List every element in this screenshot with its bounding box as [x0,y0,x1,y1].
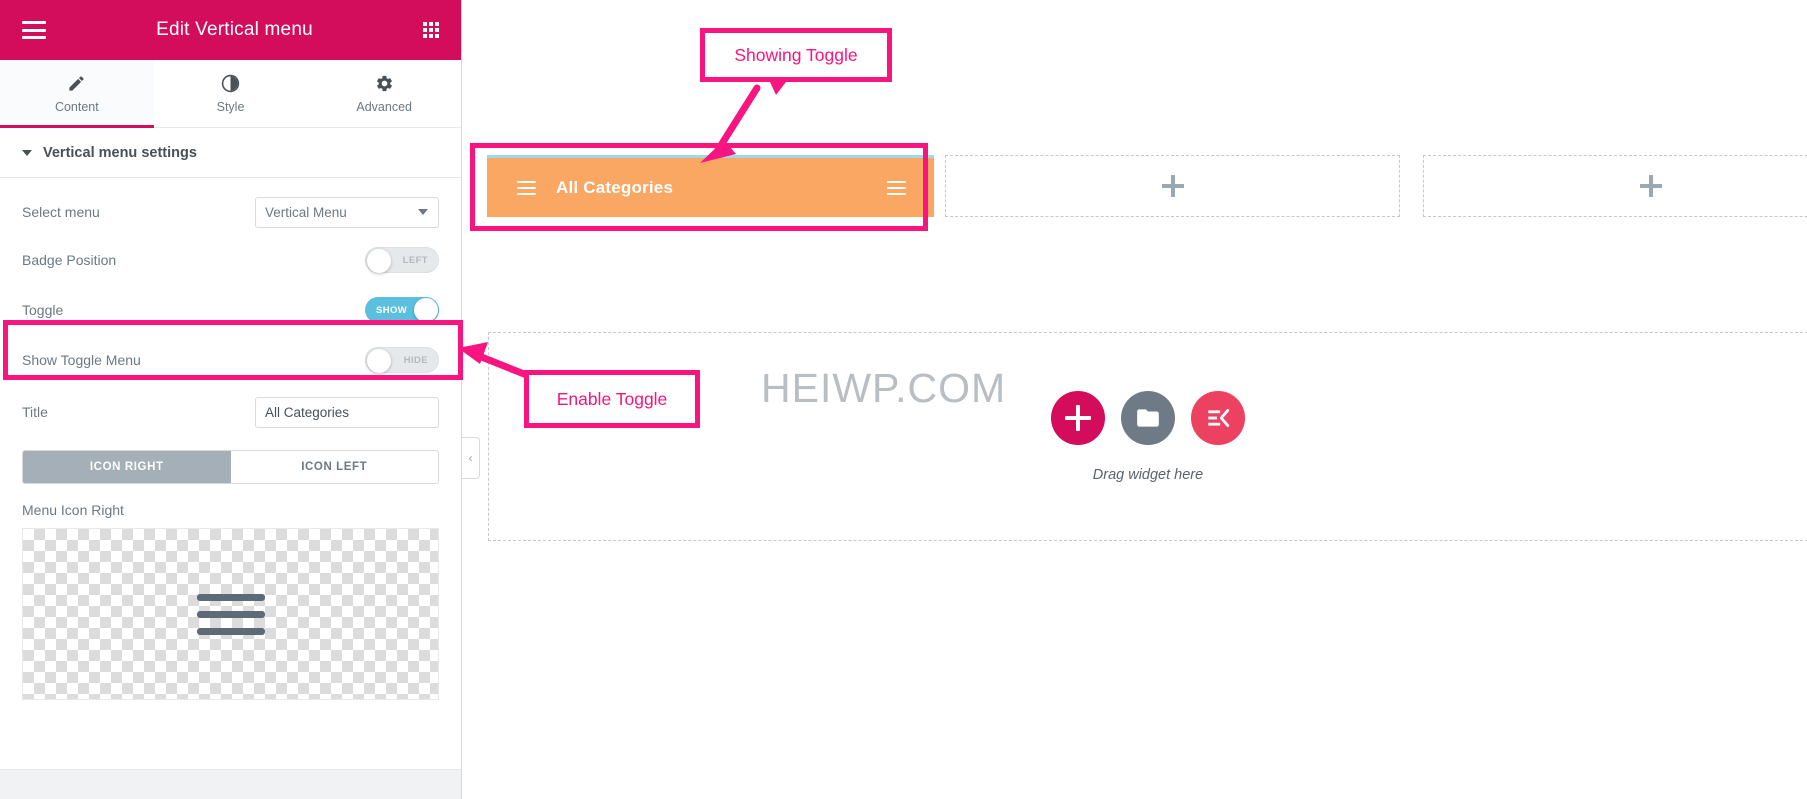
page-title: Edit Vertical menu [156,19,313,40]
icon-right-option[interactable]: ICON RIGHT [23,451,231,483]
tab-advanced-label: Advanced [356,99,412,114]
select-menu-label: Select menu [22,204,100,220]
tab-content-label: Content [54,99,99,114]
hamburger-icon [196,593,265,635]
show-toggle-menu-state: HIDE [403,354,428,366]
elementor-kit-icon [1208,408,1230,427]
chevron-down-icon [22,150,32,156]
show-toggle-menu-switch[interactable]: HIDE [365,347,439,373]
toggle-hamburger-icon[interactable] [887,180,906,195]
vertical-menu-title: All Categories [556,177,674,197]
badge-position-label: Badge Position [22,252,117,268]
title-input[interactable] [255,396,439,428]
callout-enable-toggle-text: Enable Toggle [556,388,668,409]
contrast-icon [221,74,240,93]
empty-column-1[interactable] [945,155,1400,217]
title-label: Title [22,404,48,420]
control-badge-position: Badge Position LEFT [0,236,461,284]
tab-style[interactable]: Style [153,60,308,127]
add-template-button[interactable] [1121,390,1175,445]
control-toggle: Toggle SHOW [0,284,461,336]
plus-icon [1639,175,1662,197]
select-menu-value: Vertical Menu [265,204,347,220]
tab-advanced[interactable]: Advanced [307,60,462,127]
folder-icon [1137,408,1159,427]
menu-icon-right-preview[interactable] [22,528,439,700]
callout-showing-toggle: Showing Toggle [700,28,892,82]
hamburger-icon[interactable] [22,21,46,39]
panel-tabs: Content Style Advanced [0,60,462,128]
pencil-icon [67,74,86,93]
add-widget-button[interactable] [1051,390,1105,445]
switch-knob [367,349,391,373]
empty-column-2[interactable] [1423,155,1807,217]
panel-collapse-handle[interactable]: ‹ [462,437,480,479]
elementor-settings-panel: Edit Vertical menu Content Style Advance… [0,0,462,799]
badge-position-switch[interactable]: LEFT [365,247,439,273]
toggle-switch[interactable]: SHOW [365,297,439,323]
control-show-toggle-menu: Show Toggle Menu HIDE [0,336,461,384]
vertical-menu-widget[interactable]: All Categories [487,155,934,217]
tab-content[interactable]: Content [0,60,154,128]
panel-header: Edit Vertical menu [0,0,461,60]
badge-position-state: LEFT [402,254,428,266]
plus-icon [1161,175,1184,197]
panel-footer [0,769,461,799]
icon-position-block: ICON RIGHT ICON LEFT Menu Icon Right [0,450,461,700]
callout-showing-toggle-text: Showing Toggle [734,44,858,65]
hamburger-icon [517,180,536,195]
control-select-menu: Select menu Vertical Menu [0,188,461,236]
grid-apps-icon[interactable] [423,22,439,38]
select-menu-dropdown[interactable]: Vertical Menu [255,196,439,228]
panel-body: Vertical menu settings Select menu Verti… [0,128,461,769]
callout-enable-toggle: Enable Toggle [524,370,700,428]
show-toggle-menu-label: Show Toggle Menu [22,352,141,368]
chevron-down-icon [418,209,428,215]
add-kit-button[interactable] [1191,390,1245,445]
toggle-label: Toggle [22,302,64,318]
icon-left-option[interactable]: ICON LEFT [230,451,438,483]
dropzone-caption: Drag widget here [1092,466,1204,483]
switch-knob [367,249,391,273]
section-title: Vertical menu settings [43,145,197,161]
menu-icon-right-label: Menu Icon Right [22,502,124,518]
toggle-state: SHOW [376,304,408,316]
tab-style-label: Style [216,99,245,114]
switch-knob [414,298,438,322]
plus-icon [1065,404,1091,431]
section-vertical-menu-settings[interactable]: Vertical menu settings [0,128,461,178]
icon-position-segmented: ICON RIGHT ICON LEFT [22,450,439,484]
control-title: Title [0,384,461,440]
editor-root: Edit Vertical menu Content Style Advance… [0,0,1807,799]
drag-widget-dropzone[interactable]: Drag widget here [488,332,1807,541]
gear-icon [375,74,394,93]
